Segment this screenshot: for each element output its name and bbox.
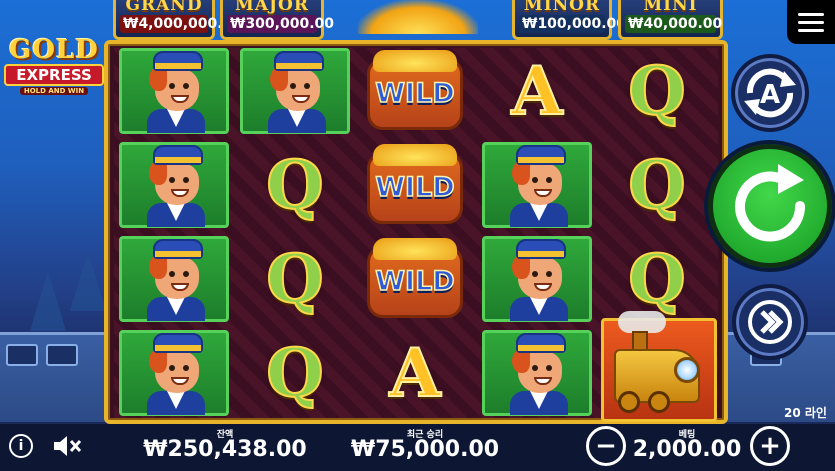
gold-pile-decoration — [358, 0, 478, 34]
conductor-character — [139, 49, 209, 133]
symbol-letter-q: Q — [627, 240, 686, 318]
jackpot-minor-title: MINOR — [523, 0, 601, 15]
wild-bag: WILD — [359, 236, 471, 322]
bet-increase-button[interactable]: + — [750, 426, 790, 466]
conductor-character — [502, 237, 572, 321]
turbo-button[interactable] — [732, 284, 808, 360]
train-wheel — [618, 391, 640, 413]
paylines-label: 20 라인 — [784, 406, 827, 420]
jackpot-mini-value: ₩40,000.00 — [625, 15, 722, 33]
train-window — [46, 344, 78, 366]
logo-line1: GOLD — [9, 35, 99, 65]
symbol-wild: WILD — [358, 140, 472, 230]
jackpot-grand-title: GRAND — [125, 0, 203, 15]
train-window — [6, 344, 38, 366]
symbol-q: Q — [238, 234, 352, 324]
symbol-conductor — [117, 328, 231, 418]
logo-line2: EXPRESS — [4, 64, 104, 86]
symbol-q: Q — [238, 140, 352, 230]
autoplay-button[interactable]: A — [731, 54, 809, 132]
game-logo: GOLD EXPRESS HOLD AND WIN — [0, 36, 108, 112]
jackpot-major-title: MAJOR — [235, 0, 309, 15]
info-icon[interactable]: i — [9, 434, 33, 458]
jackpot-grand: GRAND ₩4,000,000.00 — [113, 0, 242, 40]
menu-button[interactable] — [787, 0, 835, 44]
symbol-letter-a: A — [510, 52, 563, 130]
conductor-character — [139, 237, 209, 321]
game-stage: GOLD EXPRESS HOLD AND WIN GRAND ₩4,000,0… — [0, 0, 835, 471]
symbol-letter-q: Q — [265, 146, 324, 224]
sound-muted-icon[interactable] — [52, 434, 82, 458]
symbol-q: Q — [238, 328, 352, 418]
symbol-wild: WILD — [358, 46, 472, 136]
jackpot-grand-value: ₩4,000,000.00 — [120, 15, 242, 33]
spin-button[interactable] — [708, 144, 832, 268]
tree-decoration — [30, 271, 66, 331]
bet-decrease-button[interactable]: − — [586, 426, 626, 466]
symbol-letter-q: Q — [265, 240, 324, 318]
menu-icon-bar — [798, 12, 824, 16]
symbol-conductor — [117, 234, 231, 324]
tree-decoration — [70, 251, 106, 311]
last-win-value: ₩75,000.00 — [350, 437, 500, 462]
train-wheel — [648, 391, 670, 413]
jackpot-major: MAJOR ₩300,000.00 — [220, 0, 334, 40]
wild-text: WILD — [375, 265, 456, 298]
wild-text: WILD — [375, 171, 456, 204]
train-headlight — [674, 357, 700, 383]
spin-icon — [735, 164, 806, 242]
conductor-character — [502, 331, 572, 415]
turbo-icon — [748, 300, 792, 344]
symbol-conductor — [480, 328, 594, 418]
symbol-conductor — [238, 46, 352, 136]
jackpot-mini: MINI ₩40,000.00 — [618, 0, 723, 40]
autoplay-icon: A — [744, 68, 796, 118]
conductor-character — [502, 143, 572, 227]
symbol-train — [601, 311, 717, 422]
symbol-letter-q: Q — [265, 334, 324, 412]
symbol-conductor — [117, 46, 231, 136]
wild-text: WILD — [375, 77, 456, 110]
symbol-q: Q — [600, 140, 714, 230]
jackpot-major-value: ₩300,000.00 — [227, 15, 334, 33]
symbol-q: Q — [600, 46, 714, 136]
sound-muted-glyph — [54, 436, 82, 456]
conductor-character — [139, 143, 209, 227]
symbol-conductor — [480, 140, 594, 230]
autoplay-letter: A — [760, 80, 780, 110]
conductor-character — [260, 49, 330, 133]
jackpot-mini-title: MINI — [643, 0, 698, 15]
conductor-character — [139, 331, 209, 415]
plus-icon: + — [759, 431, 781, 461]
symbol-letter-q: Q — [627, 52, 686, 130]
wild-bag: WILD — [359, 48, 471, 134]
jackpot-minor-value: ₩100,000.00 — [519, 15, 626, 33]
symbol-conductor — [480, 234, 594, 324]
symbol-a: A — [358, 328, 472, 418]
train-chimney — [632, 331, 648, 351]
jackpot-minor: MINOR ₩100,000.00 — [512, 0, 626, 40]
logo-line3: HOLD AND WIN — [20, 87, 88, 95]
minus-icon: − — [595, 431, 617, 461]
bet-value: 2,000.00 — [632, 437, 742, 462]
menu-icon-bar — [798, 20, 824, 24]
symbol-wild: WILD — [358, 234, 472, 324]
symbol-letter-q: Q — [627, 146, 686, 224]
wild-bag: WILD — [359, 142, 471, 228]
menu-icon-bar — [798, 28, 824, 32]
train-smoke — [618, 311, 666, 333]
symbol-conductor — [117, 140, 231, 230]
balance-value: ₩250,438.00 — [143, 437, 307, 462]
symbol-letter-a: A — [388, 334, 441, 412]
symbol-a: A — [480, 46, 594, 136]
